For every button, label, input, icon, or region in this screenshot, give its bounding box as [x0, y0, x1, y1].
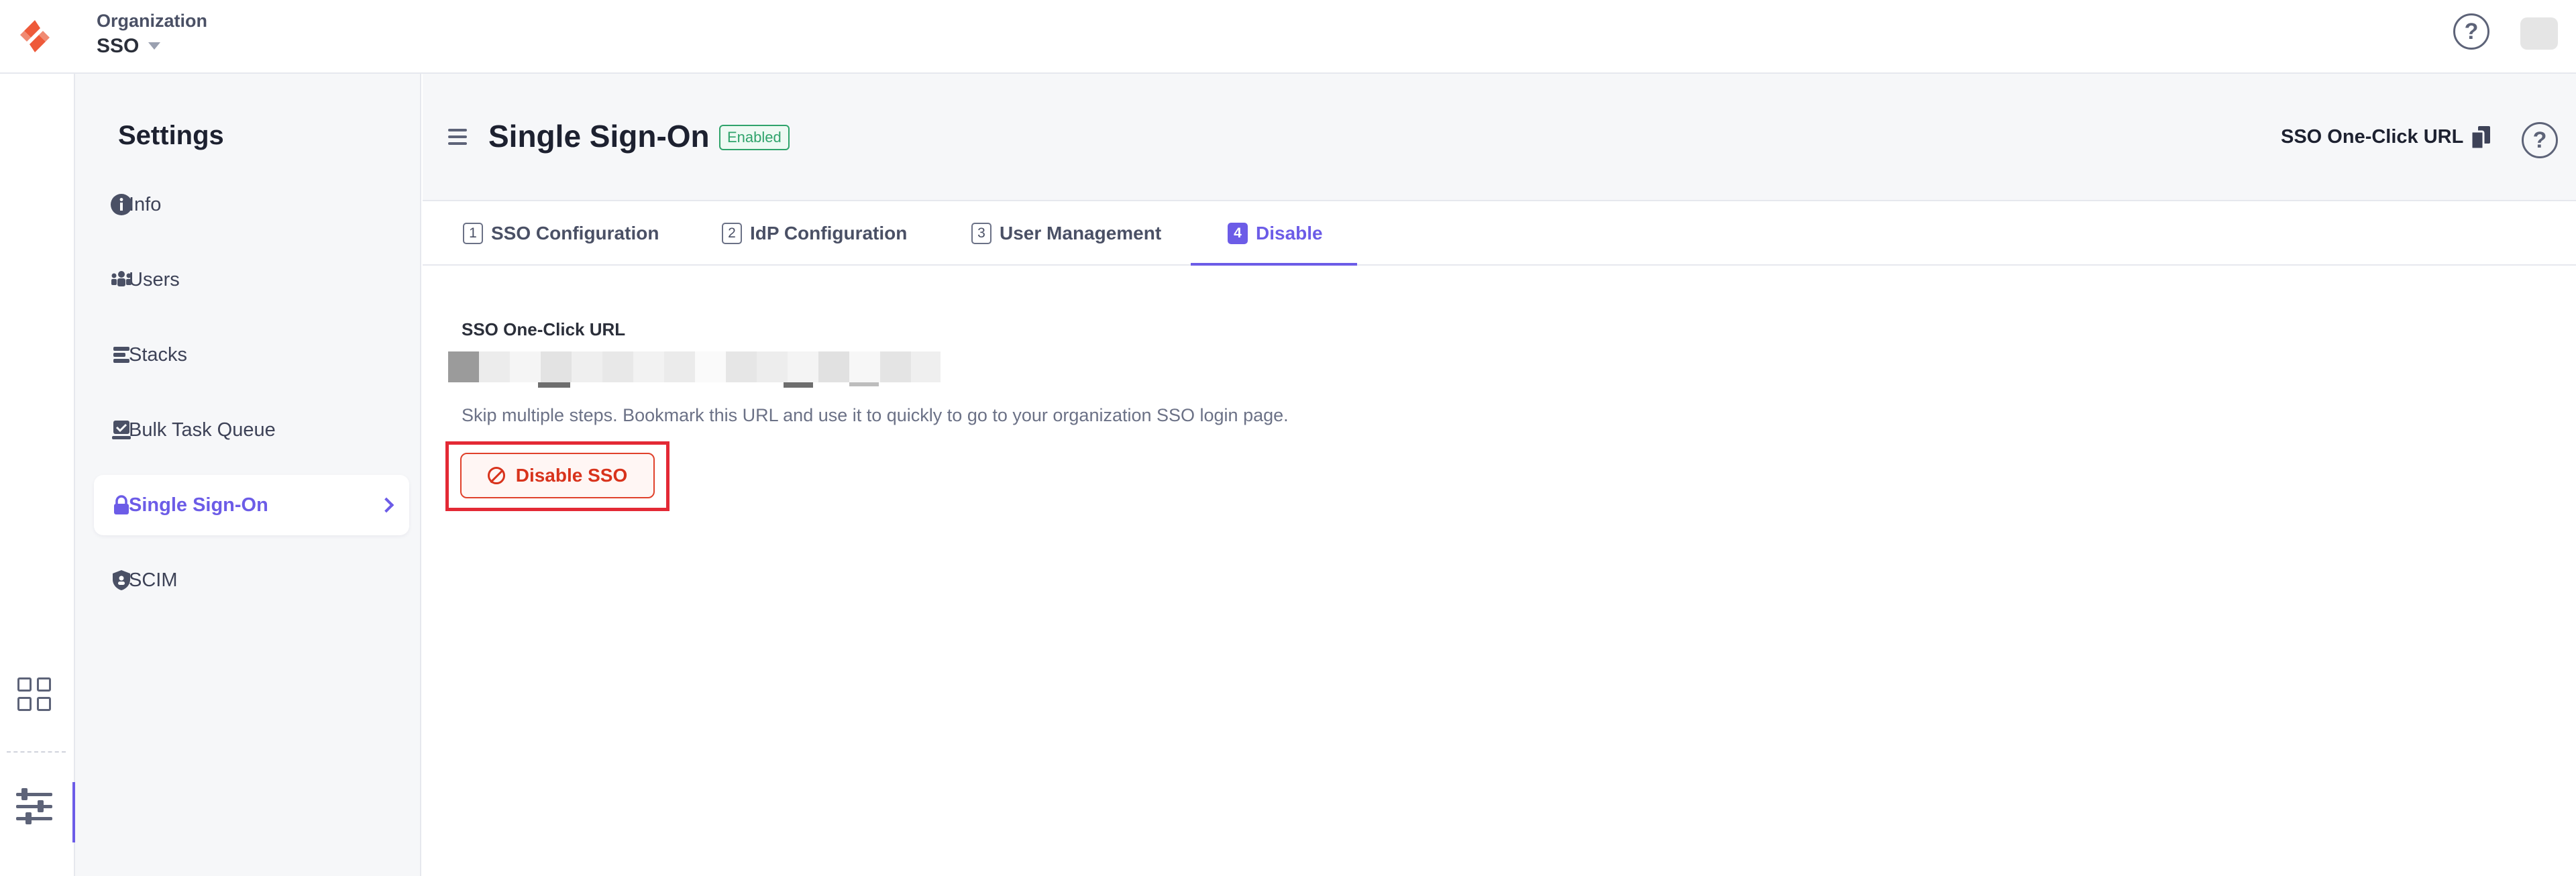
tab-sso-configuration[interactable]: 1 SSO Configuration [463, 201, 659, 266]
tab-bar: 1 SSO Configuration 2 IdP Configuration … [423, 201, 2576, 266]
tab-idp-configuration[interactable]: 2 IdP Configuration [722, 201, 907, 266]
sidebar-item-label: SCIM [129, 569, 178, 591]
sidebar-item-single-sign-on[interactable]: Single Sign-On [94, 475, 409, 535]
caret-down-icon [148, 42, 161, 50]
sidebar-item-info[interactable]: Info [94, 174, 409, 235]
apps-grid-icon[interactable] [17, 677, 52, 712]
settings-sliders-icon[interactable] [12, 785, 56, 829]
tab-label: SSO Configuration [491, 223, 659, 243]
lock-icon [114, 495, 129, 514]
active-tab-indicator [1191, 263, 1357, 266]
sidebar-item-label: Single Sign-On [129, 494, 268, 516]
disable-sso-label: Disable SSO [515, 465, 628, 486]
sidebar-item-label: Bulk Task Queue [129, 419, 276, 441]
tab-label: IdP Configuration [750, 223, 908, 243]
bulk-task-queue-icon [112, 421, 131, 439]
menu-icon[interactable] [448, 129, 467, 145]
step-number: 2 [722, 223, 742, 244]
settings-sidebar: Settings Info Users Stacks Bulk Task Que… [75, 74, 421, 876]
tab-label: User Management [1000, 223, 1162, 243]
sso-one-click-url-link[interactable]: SSO One-Click URL [2281, 126, 2463, 148]
sidebar-item-users[interactable]: Users [94, 250, 409, 310]
sso-url-value-redacted[interactable] [448, 351, 941, 388]
tab-disable[interactable]: 4 Disable [1228, 201, 1323, 266]
sidebar-item-label: Info [129, 193, 162, 215]
tab-label: Disable [1256, 223, 1323, 243]
tab-user-management[interactable]: 3 User Management [971, 201, 1161, 266]
step-number: 4 [1228, 223, 1248, 244]
ban-icon [487, 467, 505, 484]
status-badge: Enabled [719, 125, 790, 150]
organization-name: SSO [97, 35, 140, 57]
sso-url-label: SSO One-Click URL [462, 319, 626, 339]
sidebar-item-scim[interactable]: SCIM [94, 550, 409, 610]
stacks-icon [113, 347, 129, 363]
sidebar-item-bulk-task-queue[interactable]: Bulk Task Queue [94, 400, 409, 460]
help-icon[interactable]: ? [2522, 122, 2558, 158]
sidebar-item-label: Stacks [129, 343, 188, 366]
info-icon [111, 194, 132, 215]
users-icon [111, 271, 131, 286]
top-bar: Organization SSO ? [0, 0, 2576, 74]
disable-sso-button[interactable]: Disable SSO [460, 453, 655, 498]
step-number: 3 [971, 223, 991, 244]
page-header: Single Sign-On Enabled SSO One-Click URL… [423, 74, 2576, 201]
disable-panel: SSO One-Click URL Skip multiple steps. B… [423, 267, 2576, 876]
help-icon[interactable]: ? [2453, 13, 2489, 50]
bookmark-hint: Skip multiple steps. Bookmark this URL a… [462, 405, 1289, 425]
organization-label: Organization [97, 11, 208, 31]
copy-icon[interactable] [2469, 125, 2493, 150]
app-logo-icon[interactable] [15, 16, 55, 56]
rail-divider [7, 751, 66, 753]
step-number: 1 [463, 223, 483, 244]
chevron-right-icon [378, 497, 394, 513]
page-title: Single Sign-On [488, 119, 710, 154]
organization-selector[interactable]: SSO [97, 35, 161, 58]
sidebar-title: Settings [118, 121, 224, 150]
avatar[interactable] [2520, 17, 2558, 50]
icon-rail [0, 74, 75, 876]
sidebar-item-label: Users [129, 268, 180, 290]
sidebar-item-stacks[interactable]: Stacks [94, 325, 409, 385]
scim-shield-icon [113, 570, 130, 590]
